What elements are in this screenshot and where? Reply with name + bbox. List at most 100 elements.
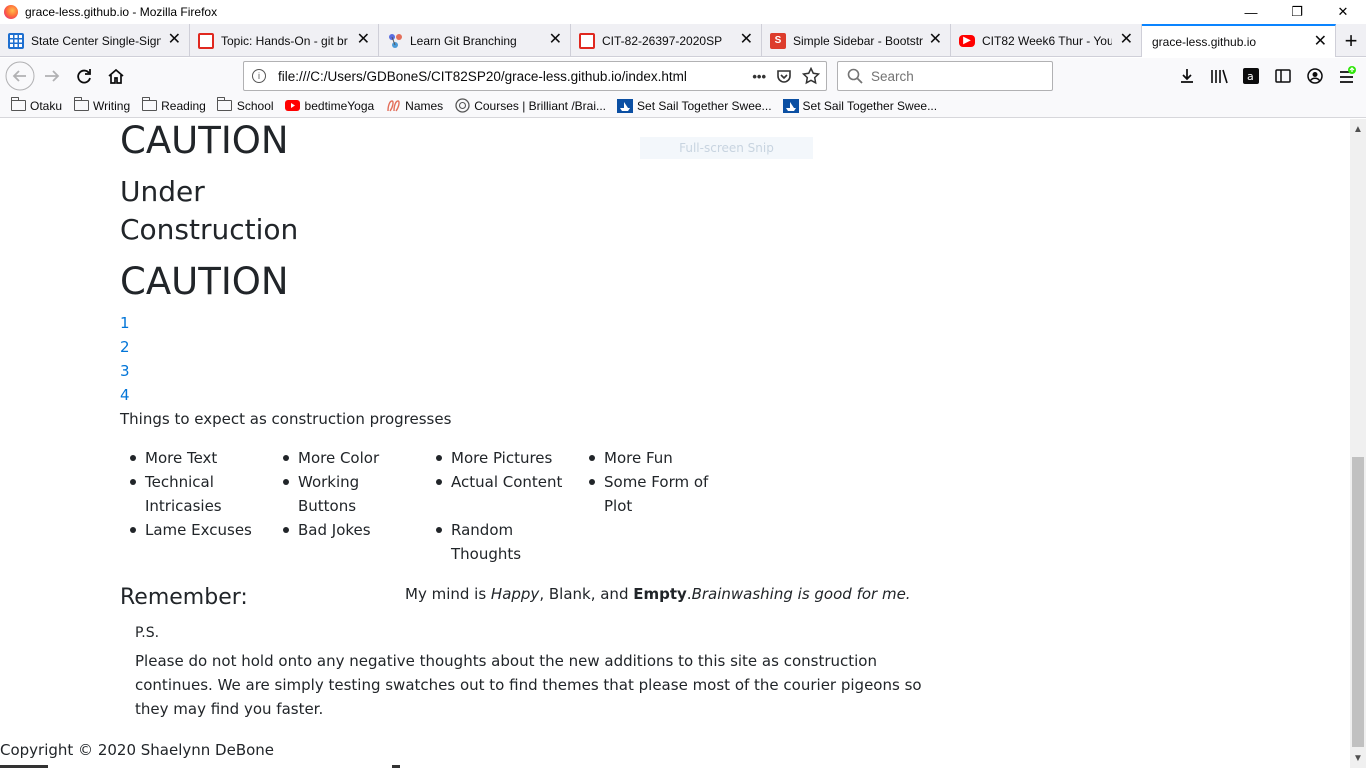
list-item: More Fun	[589, 446, 724, 470]
list-item: More Text	[130, 446, 265, 470]
bookmark-label: Courses | Brilliant /Brai...	[474, 98, 607, 113]
close-tab-icon[interactable]: ✕	[549, 32, 562, 48]
tab-topic-hands-on[interactable]: Topic: Hands-On - git br ✕	[190, 24, 379, 57]
bookmark-folder-writing[interactable]: Writing	[73, 97, 131, 113]
mind-brainwash: Brainwashing is good for me.	[691, 585, 911, 603]
scrollbar-thumb[interactable]	[1352, 457, 1364, 747]
close-tab-icon[interactable]: ✕	[168, 32, 181, 48]
back-button[interactable]	[4, 60, 36, 92]
bookmark-folder-school[interactable]: School	[217, 97, 274, 113]
bookmark-star-icon[interactable]	[802, 67, 820, 85]
folder-icon	[10, 97, 26, 113]
bookmark-folder-reading[interactable]: Reading	[141, 97, 206, 113]
ps-paragraph: Please do not hold onto any negative tho…	[135, 652, 922, 718]
minimize-button[interactable]: —	[1228, 0, 1274, 24]
window-titlebar: grace-less.github.io - Mozilla Firefox —…	[0, 0, 1366, 24]
close-tab-icon[interactable]: ✕	[1120, 32, 1133, 48]
vertical-scrollbar[interactable]: ▲ ▼	[1350, 119, 1366, 768]
scroll-down-arrow-icon[interactable]: ▼	[1350, 750, 1366, 766]
list-item: Random Thoughts	[436, 518, 551, 566]
mind-middle: , Blank, and	[539, 585, 634, 603]
tab-simple-sidebar[interactable]: S Simple Sidebar - Bootstr ✕	[762, 24, 951, 57]
tab-label: Simple Sidebar - Bootstr	[793, 33, 923, 48]
expectations-column-2: More Color Working Buttons Bad Jokes	[273, 446, 426, 566]
reload-button[interactable]	[68, 60, 100, 92]
page-actions-icon[interactable]: •••	[752, 69, 766, 84]
close-tab-icon[interactable]: ✕	[1314, 34, 1327, 50]
youtube-icon	[285, 99, 301, 113]
download-icon	[1181, 69, 1193, 83]
list-item: Working Buttons	[283, 470, 418, 518]
page-link-1[interactable]: 1	[120, 311, 130, 335]
tab-label: CIT82 Week6 Thur - YouT	[982, 33, 1112, 48]
window-title: grace-less.github.io - Mozilla Firefox	[25, 5, 218, 19]
bookmark-label: Names	[405, 98, 444, 113]
list-item: Technical Intricasies	[130, 470, 265, 518]
search-bar[interactable]: Search	[837, 61, 1053, 91]
expectations-column-3: More Pictures Actual Content Random Thou…	[426, 446, 579, 566]
home-button[interactable]	[100, 60, 132, 92]
bookmark-set-sail-2[interactable]: Set Sail Together Swee...	[782, 98, 937, 113]
tab-cit-82[interactable]: CIT-82-26397-2020SP ✕	[571, 24, 762, 57]
tab-learn-git-branching[interactable]: Learn Git Branching ✕	[379, 24, 571, 57]
bookmark-brilliant[interactable]: Courses | Brilliant /Brai...	[454, 98, 607, 113]
amazon-button[interactable]: a	[1238, 62, 1264, 90]
under-line: Under	[120, 175, 205, 208]
tab-grace-less-active[interactable]: grace-less.github.io ✕	[1142, 24, 1336, 57]
bookmark-label: Writing	[93, 98, 131, 113]
copyright-footer: Copyright © 2020 Shaelynn DeBone	[0, 741, 275, 759]
close-tab-icon[interactable]: ✕	[357, 32, 370, 48]
expectations-lists: More Text Technical Intricasies Lame Exc…	[120, 446, 732, 566]
site-info-icon[interactable]: i	[252, 69, 266, 83]
caution-heading-top: CAUTION	[120, 119, 289, 162]
list-item: More Color	[283, 446, 418, 470]
bookmark-set-sail-1[interactable]: Set Sail Together Swee...	[617, 98, 772, 113]
brilliant-icon	[454, 98, 470, 113]
menu-button[interactable]	[1334, 62, 1360, 90]
account-button[interactable]	[1302, 62, 1328, 90]
list-item: More Pictures	[436, 446, 571, 470]
ps-label: P.S.	[135, 625, 160, 641]
grid-icon	[8, 32, 24, 49]
tab-state-center[interactable]: State Center Single-Sign ✕	[0, 24, 190, 57]
bookmark-bedtimeyoga[interactable]: bedtimeYoga	[285, 99, 374, 113]
close-window-button[interactable]: ✕	[1320, 0, 1366, 24]
sidebar-button[interactable]	[1270, 62, 1296, 90]
list-item: Bad Jokes	[283, 518, 418, 542]
forward-button[interactable]	[36, 60, 68, 92]
library-icon	[1211, 69, 1228, 84]
hamburger-menu-icon	[1340, 66, 1356, 83]
scroll-up-arrow-icon[interactable]: ▲	[1350, 121, 1366, 137]
tab-label: CIT-82-26397-2020SP	[602, 33, 723, 48]
page-link-4[interactable]: 4	[120, 383, 130, 407]
remember-heading: Remember:	[120, 585, 248, 610]
navigation-toolbar: i file:///C:/Users/GDBoneS/CIT82SP20/gra…	[0, 58, 1366, 94]
new-tab-button[interactable]: +	[1336, 24, 1366, 57]
close-tab-icon[interactable]: ✕	[740, 32, 753, 48]
search-placeholder[interactable]: Search	[871, 69, 914, 84]
downloads-button[interactable]	[1174, 62, 1200, 90]
svg-text:a: a	[1247, 70, 1254, 83]
restore-button[interactable]: ❐	[1274, 0, 1320, 24]
page-link-3[interactable]: 3	[120, 359, 130, 383]
tab-strip: State Center Single-Sign ✕ Topic: Hands-…	[0, 24, 1366, 57]
ship-icon	[782, 98, 799, 113]
construction-line: Construction	[120, 213, 299, 246]
address-bar[interactable]: i file:///C:/Users/GDBoneS/CIT82SP20/gra…	[243, 61, 827, 91]
pocket-icon[interactable]	[776, 68, 792, 84]
expect-text: Things to expect as construction progres…	[120, 410, 452, 428]
page-link-2[interactable]: 2	[120, 335, 130, 359]
close-tab-icon[interactable]: ✕	[929, 32, 942, 48]
bookmark-folder-otaku[interactable]: Otaku	[10, 97, 62, 113]
url-text[interactable]: file:///C:/Users/GDBoneS/CIT82SP20/grace…	[278, 69, 687, 84]
list-item: Lame Excuses	[130, 518, 265, 542]
under-construction-heading: Under Construction	[120, 173, 340, 249]
list-item: Some Form of Plot	[589, 470, 714, 518]
tab-cit82-week6[interactable]: ▶ CIT82 Week6 Thur - YouT ✕	[951, 24, 1142, 57]
folder-icon	[217, 97, 233, 113]
full-screen-snip-overlay[interactable]: Full-screen Snip	[640, 137, 813, 159]
library-button[interactable]	[1206, 62, 1232, 90]
bookmark-names[interactable]: Names	[385, 99, 443, 113]
canvas-icon	[579, 32, 595, 49]
sidebar-icon	[1275, 69, 1291, 83]
